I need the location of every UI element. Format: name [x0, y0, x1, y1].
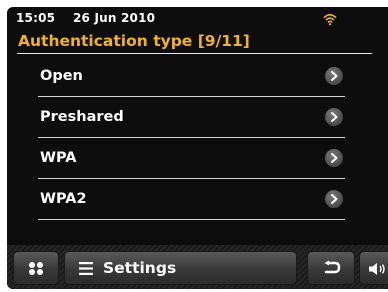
- menu-item-wpa[interactable]: WPA: [7, 139, 388, 180]
- home-button[interactable]: [13, 251, 59, 285]
- menu-item-label: WPA2: [40, 191, 87, 207]
- settings-button[interactable]: Settings: [64, 251, 297, 285]
- volume-button[interactable]: [359, 251, 388, 285]
- status-bar: 15:05 26 Jun 2010: [7, 7, 388, 29]
- wifi-icon: [323, 11, 337, 26]
- menu-item-label: Open: [40, 68, 83, 84]
- screen-header: Authentication type [9/11]: [7, 29, 388, 55]
- divider: [38, 137, 345, 138]
- chevron-right-icon: [325, 190, 343, 208]
- device-screen: 15:05 26 Jun 2010 Authentication type [9…: [7, 7, 388, 289]
- menu-item-wpa2[interactable]: WPA2: [7, 180, 388, 221]
- status-date: 26 Jun 2010: [73, 11, 156, 25]
- bottom-toolbar: Settings: [7, 245, 388, 289]
- divider: [38, 178, 345, 179]
- menu-item-label: Preshared: [40, 109, 124, 125]
- list-icon: [79, 262, 93, 275]
- settings-label: Settings: [103, 259, 177, 277]
- divider: [38, 96, 345, 97]
- chevron-right-icon: [325, 108, 343, 126]
- back-arrow-icon: [324, 260, 341, 274]
- menu-item-preshared[interactable]: Preshared: [7, 98, 388, 139]
- page-title: Authentication type [9/11]: [18, 32, 250, 50]
- chevron-right-icon: [325, 149, 343, 167]
- menu-item-open[interactable]: Open: [7, 57, 388, 98]
- speaker-icon: [369, 263, 385, 275]
- status-time: 15:05: [16, 11, 56, 25]
- back-button[interactable]: [307, 251, 355, 285]
- menu-item-label: WPA: [40, 150, 77, 166]
- header-divider: [17, 53, 372, 54]
- divider: [38, 219, 345, 220]
- chevron-right-icon: [325, 67, 343, 85]
- grid-icon: [29, 262, 43, 275]
